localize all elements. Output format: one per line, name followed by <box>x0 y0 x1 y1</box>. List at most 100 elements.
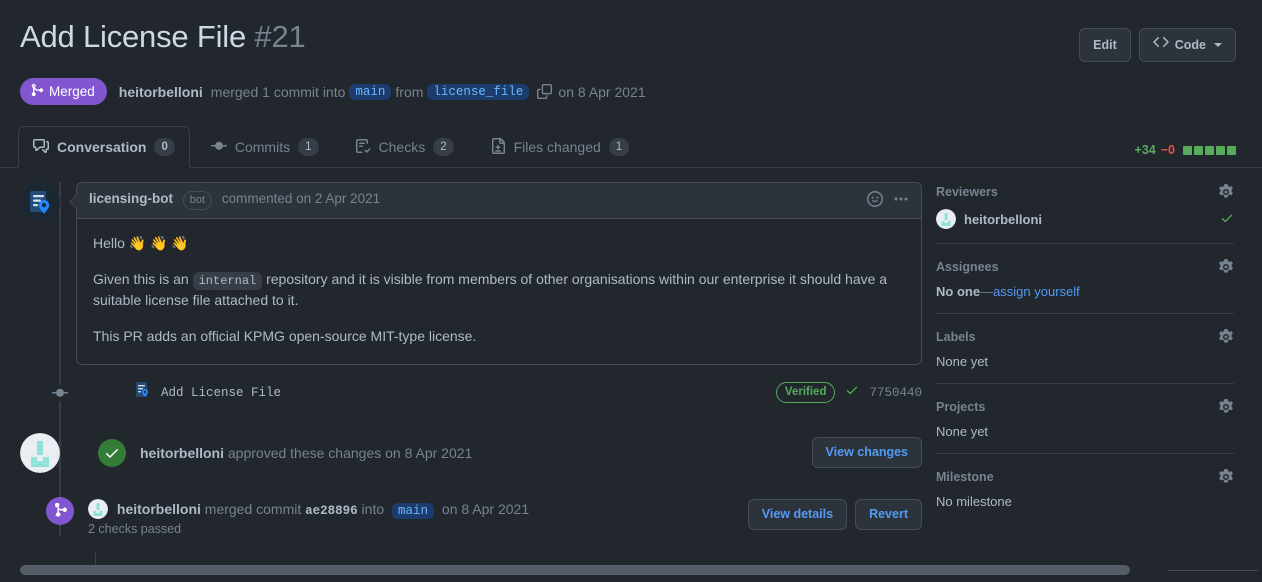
verified-badge[interactable]: Verified <box>775 382 836 404</box>
diff-blocks <box>1183 145 1236 155</box>
code-button[interactable]: Code <box>1138 28 1236 62</box>
more-options-icon[interactable] <box>893 191 909 210</box>
horizontal-scrollbar[interactable] <box>0 565 1262 576</box>
assignees-dash: — <box>980 284 994 299</box>
labels-value: None yet <box>936 354 989 369</box>
gear-icon[interactable] <box>1218 184 1234 200</box>
avatar-reviewer <box>936 209 956 229</box>
timeline-node-icon <box>52 384 68 401</box>
tab-counter: 0 <box>154 138 175 156</box>
pr-header: Add License File #21 Edit Code Merged he… <box>0 0 1262 105</box>
sidebar-section-milestone: Milestone No milestone <box>936 467 1234 523</box>
commit-row: Add License File Verified 7750440 <box>20 379 922 407</box>
pr-meta-line: Merged heitorbelloni merged 1 commit int… <box>20 78 1236 105</box>
avatar-heitorbelloni[interactable] <box>20 432 60 473</box>
check-success-icon[interactable] <box>845 383 859 402</box>
tab-label: Checks <box>378 139 426 155</box>
merge-date: on 8 Apr 2021 <box>441 500 530 517</box>
from-text: from <box>395 83 424 100</box>
tab-counter: 1 <box>608 138 630 156</box>
merge-date: on 8 Apr 2021 <box>558 83 646 100</box>
reviewer-item[interactable]: heitorbelloni <box>936 209 1234 229</box>
additions-count: +34 <box>1134 143 1156 157</box>
merge-commit-sha[interactable]: ae28896 <box>305 504 358 518</box>
merge-branch-pill[interactable]: main <box>392 502 435 519</box>
commit-sha[interactable]: 7750440 <box>869 386 922 400</box>
deletions-count: −0 <box>1160 143 1175 157</box>
tabs: Conversation 0 Commits 1 Checks 2 Files … <box>18 125 645 168</box>
comment-paragraph-2: Given this is an internal repository and… <box>93 269 905 312</box>
commit-meta: Verified 7750440 <box>775 382 922 404</box>
tab-counter: 1 <box>298 138 319 156</box>
head-branch-pill[interactable]: license_file <box>427 83 530 100</box>
sidebar-section-assignees: Assignees No one—assign yourself <box>936 257 1234 314</box>
merged-commit-text: merged commit <box>204 500 302 517</box>
sidebar-section-reviewers: Reviewers heitorbelloni <box>936 182 1234 244</box>
tab-files-changed[interactable]: Files changed 1 <box>475 126 645 168</box>
bot-badge: bot <box>182 191 213 210</box>
code-button-label: Code <box>1174 37 1206 52</box>
gear-icon[interactable] <box>1218 399 1234 415</box>
para2-before: Given this is an <box>93 270 189 287</box>
assignees-none: No one <box>936 284 981 299</box>
pr-author[interactable]: heitorbelloni <box>119 84 203 100</box>
assign-yourself-link[interactable]: assign yourself <box>993 284 1080 299</box>
avatar-licensing-bot[interactable] <box>20 182 60 222</box>
diff-stat[interactable]: +34 −0 <box>1135 143 1236 167</box>
timeline-column: licensing-bot bot commented on 2 Apr 202… <box>20 182 922 536</box>
into-text: into <box>361 500 385 517</box>
copy-icon[interactable] <box>537 84 553 99</box>
pr-number: #21 <box>254 19 306 54</box>
commit-avatar-icon <box>132 380 152 405</box>
comment-paragraph-1: Hello 👋 👋 👋 <box>93 235 189 251</box>
milestone-header: Milestone <box>936 469 1234 485</box>
commit-message[interactable]: Add License File <box>161 386 281 400</box>
tab-commits[interactable]: Commits 1 <box>196 126 334 168</box>
assignees-title: Assignees <box>936 260 999 274</box>
approval-buttons: View changes <box>811 437 922 469</box>
tab-conversation[interactable]: Conversation 0 <box>18 126 190 168</box>
pull-request-page: Add License File #21 Edit Code Merged he… <box>0 0 1262 582</box>
reviewer-approved-icon <box>1220 211 1234 228</box>
page-title: Add License File #21 <box>20 18 306 56</box>
comment-byline: licensing-bot bot commented on 2 Apr 202… <box>89 191 380 210</box>
scrollbar-thumb[interactable] <box>20 565 1130 575</box>
tab-label: Commits <box>234 139 291 155</box>
pr-body: licensing-bot bot commented on 2 Apr 202… <box>0 168 1262 536</box>
view-changes-button[interactable]: View changes <box>811 437 922 469</box>
merge-line: heitorbelloni merged commit ae28896 into… <box>88 498 530 519</box>
assignees-header: Assignees <box>936 259 1234 275</box>
code-icon <box>1153 34 1169 56</box>
add-reaction-icon[interactable] <box>867 191 883 210</box>
tab-bar: Conversation 0 Commits 1 Checks 2 Files … <box>0 125 1262 168</box>
gear-icon[interactable] <box>1218 329 1234 345</box>
tab-label: Conversation <box>57 139 147 155</box>
approval-event: heitorbelloni approved these changes on … <box>20 432 922 473</box>
merge-text: heitorbelloni merged commit ae28896 into… <box>88 498 530 536</box>
chevron-down-icon <box>1214 43 1222 47</box>
status-badge-label: Merged <box>49 84 95 99</box>
base-branch-pill[interactable]: main <box>349 83 392 100</box>
avatar-heitorbelloni-small[interactable] <box>88 498 108 519</box>
comment-author[interactable]: licensing-bot <box>89 191 173 206</box>
revert-button[interactable]: Revert <box>855 498 922 530</box>
timeline-rail-bottom <box>95 552 96 566</box>
checklist-icon <box>355 138 371 157</box>
edit-button[interactable]: Edit <box>1079 28 1131 62</box>
reviewers-header: Reviewers <box>936 184 1234 200</box>
approval-author[interactable]: heitorbelloni <box>140 445 224 461</box>
merged-icon <box>30 83 44 100</box>
pr-sidebar: Reviewers heitorbelloni Assignees No one… <box>936 182 1234 536</box>
approval-message: approved these changes on 8 Apr 2021 <box>227 444 473 461</box>
comment-body: Hello 👋 👋 👋 Given this is an internal re… <box>77 219 921 364</box>
commit-info: Add License File <box>132 380 281 405</box>
milestone-title: Milestone <box>936 470 994 484</box>
view-details-button[interactable]: View details <box>747 498 848 530</box>
comment-thread: licensing-bot bot commented on 2 Apr 202… <box>20 182 922 365</box>
comment-box: licensing-bot bot commented on 2 Apr 202… <box>69 182 922 365</box>
merge-author[interactable]: heitorbelloni <box>117 501 201 517</box>
comment-actions <box>867 191 909 210</box>
gear-icon[interactable] <box>1218 469 1234 485</box>
gear-icon[interactable] <box>1218 259 1234 275</box>
tab-checks[interactable]: Checks 2 <box>340 126 469 168</box>
